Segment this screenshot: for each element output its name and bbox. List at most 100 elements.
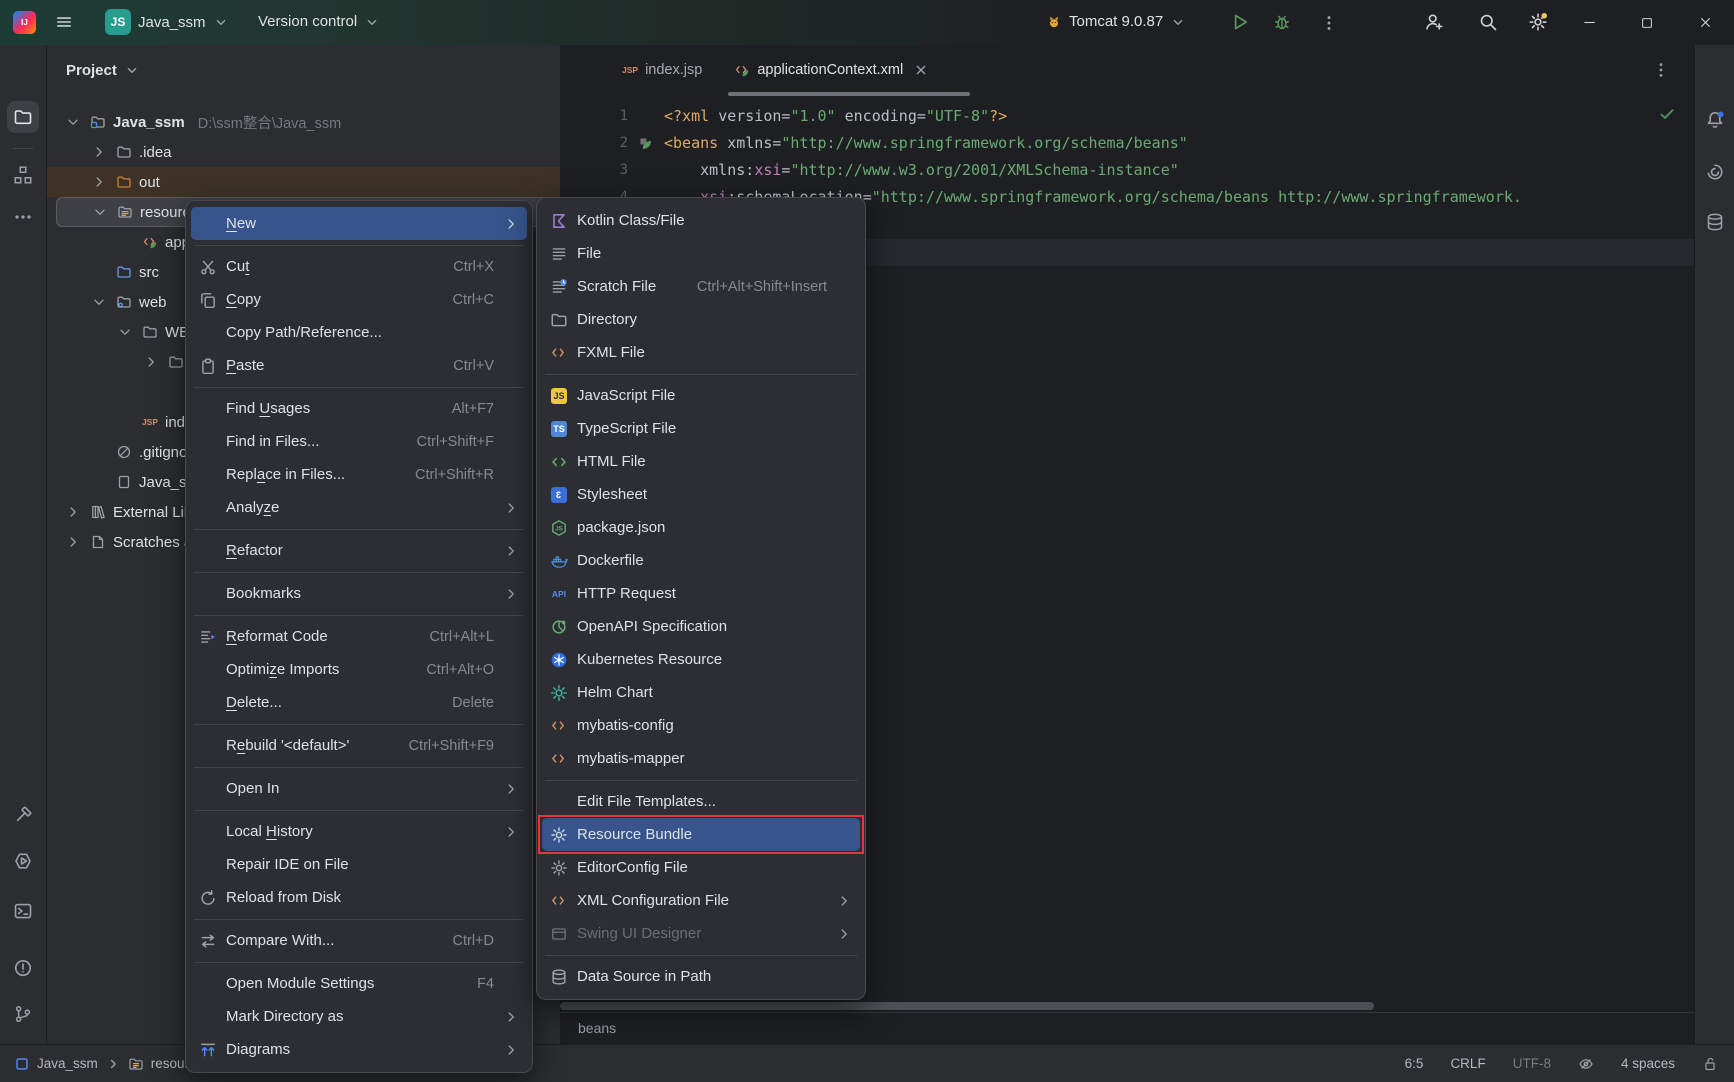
- notifications-bell-icon[interactable]: [1701, 106, 1729, 134]
- project-tool-icon[interactable]: [7, 101, 39, 133]
- menu-item-scratch-file[interactable]: Scratch File Ctrl+Alt+Shift+Insert: [542, 270, 860, 303]
- menu-item-optimize-imports[interactable]: Optimize Imports Ctrl+Alt+O: [191, 653, 527, 686]
- menu-item-open-in[interactable]: Open In: [191, 772, 527, 805]
- vcs-widget[interactable]: Version control: [258, 13, 380, 30]
- menu-item-compare-with[interactable]: Compare With... Ctrl+D: [191, 924, 527, 957]
- menu-item-refactor[interactable]: Refactor: [191, 534, 527, 567]
- menu-item-typescript-file[interactable]: TS TypeScript File: [542, 412, 860, 445]
- menu-item-paste[interactable]: Paste Ctrl+V: [191, 349, 527, 382]
- caret-position[interactable]: 6:5: [1405, 1056, 1424, 1071]
- menu-item-javascript-file[interactable]: JS JavaScript File: [542, 379, 860, 412]
- menu-item-data-source-in-path[interactable]: Data Source in Path: [542, 960, 860, 993]
- tab-index-jsp[interactable]: JSP index.jsp: [606, 45, 718, 95]
- more-tool-windows-icon[interactable]: [7, 201, 39, 233]
- menu-item-mybatis-mapper[interactable]: mybatis-mapper: [542, 742, 860, 775]
- editor-options-icon[interactable]: [1652, 61, 1670, 79]
- tree-item-java-ssm[interactable]: Java_ssm D:\ssm整合\Java_ssm: [46, 107, 560, 137]
- settings-gear-icon[interactable]: [1528, 12, 1548, 32]
- terminal-tool-icon[interactable]: [7, 895, 39, 927]
- menu-item-resource-bundle[interactable]: Resource Bundle: [542, 818, 860, 851]
- menu-item-delete[interactable]: Delete... Delete: [191, 686, 527, 719]
- line-separator[interactable]: CRLF: [1450, 1056, 1485, 1071]
- menu-item-mark-directory-as[interactable]: Mark Directory as: [191, 1000, 527, 1033]
- chevron-right-icon[interactable]: [140, 354, 161, 370]
- git-tool-icon[interactable]: [7, 998, 39, 1030]
- chevron-down-icon[interactable]: [88, 294, 109, 310]
- menu-item-edit-file-templates[interactable]: Edit File Templates...: [542, 785, 860, 818]
- highlighting-off-icon[interactable]: [1578, 1056, 1594, 1072]
- menu-item-local-history[interactable]: Local History: [191, 815, 527, 848]
- libraries-icon: [88, 504, 108, 520]
- menu-item-kotlin-class-file[interactable]: Kotlin Class/File: [542, 204, 860, 237]
- menu-item-copy[interactable]: Copy Ctrl+C: [191, 283, 527, 316]
- menu-item-openapi-specification[interactable]: OpenAPI Specification: [542, 610, 860, 643]
- menu-item-kubernetes-resource[interactable]: Kubernetes Resource: [542, 643, 860, 676]
- project-widget[interactable]: JS Java_ssm: [105, 9, 229, 35]
- chevron-right-icon[interactable]: [62, 534, 83, 550]
- menu-item-find-usages[interactable]: Find Usages Alt+F7: [191, 392, 527, 425]
- problems-tool-icon[interactable]: [7, 952, 39, 984]
- database-tool-icon[interactable]: [1701, 208, 1729, 236]
- menu-item-bookmarks[interactable]: Bookmarks: [191, 577, 527, 610]
- menu-item-reformat-code[interactable]: Reformat Code Ctrl+Alt+L: [191, 620, 527, 653]
- menu-item-stylesheet[interactable]: 3 Stylesheet: [542, 478, 860, 511]
- menu-item-directory[interactable]: Directory: [542, 303, 860, 336]
- project-panel-header[interactable]: Project: [46, 45, 560, 95]
- menu-item-diagrams[interactable]: Diagrams: [191, 1033, 527, 1066]
- maximize-button[interactable]: [1618, 0, 1676, 45]
- file-encoding[interactable]: UTF-8: [1513, 1056, 1551, 1071]
- main-menu-icon[interactable]: [55, 13, 73, 31]
- menu-item-cut[interactable]: Cut Ctrl+X: [191, 250, 527, 283]
- chevron-down-icon[interactable]: [62, 114, 83, 130]
- run-button[interactable]: [1230, 12, 1250, 32]
- menu-item-xml-configuration-file[interactable]: XML Configuration File: [542, 884, 860, 917]
- build-tool-icon[interactable]: [7, 799, 39, 831]
- unlocked-icon[interactable]: [1702, 1056, 1718, 1072]
- spring-gutter-icon[interactable]: [638, 130, 658, 157]
- debug-button[interactable]: [1272, 12, 1292, 32]
- menu-item-repair-ide-on-file[interactable]: Repair IDE on File: [191, 848, 527, 881]
- structure-tool-icon[interactable]: [7, 159, 39, 191]
- chevron-right-icon[interactable]: [88, 144, 109, 160]
- menu-item-swing-ui-designer[interactable]: Swing UI Designer: [542, 917, 860, 950]
- menu-item-copy-path-reference[interactable]: Copy Path/Reference...: [191, 316, 527, 349]
- minimize-button[interactable]: [1560, 0, 1618, 45]
- menu-item-html-file[interactable]: HTML File: [542, 445, 860, 478]
- menu-item-helm-chart[interactable]: Helm Chart: [542, 676, 860, 709]
- menu-item-reload-from-disk[interactable]: Reload from Disk: [191, 881, 527, 914]
- menu-item-file[interactable]: File: [542, 237, 860, 270]
- ai-assistant-icon[interactable]: [1701, 158, 1729, 186]
- code-with-me-icon[interactable]: [1424, 12, 1444, 32]
- menu-item-dockerfile[interactable]: Dockerfile: [542, 544, 860, 577]
- code-area[interactable]: 1 <?xml version="1.0" encoding="UTF-8"?>…: [560, 103, 1694, 211]
- tab-applicationcontext-xml[interactable]: applicationContext.xml: [718, 45, 945, 95]
- run-config-widget[interactable]: Tomcat 9.0.87: [1046, 13, 1186, 30]
- menu-item-find-in-files[interactable]: Find in Files... Ctrl+Shift+F: [191, 425, 527, 458]
- horizontal-scrollbar[interactable]: [560, 1002, 1374, 1010]
- menu-item-analyze[interactable]: Analyze: [191, 491, 527, 524]
- tree-item-idea[interactable]: .idea: [46, 137, 560, 167]
- more-actions-icon[interactable]: [1320, 14, 1338, 32]
- menu-item-replace-in-files[interactable]: Replace in Files... Ctrl+Shift+R: [191, 458, 527, 491]
- menu-item-open-module-settings[interactable]: Open Module Settings F4: [191, 967, 527, 1000]
- chevron-right-icon[interactable]: [62, 504, 83, 520]
- indent-setting[interactable]: 4 spaces: [1621, 1056, 1675, 1071]
- menu-item-shortcut: Ctrl+Shift+R: [415, 467, 494, 483]
- chevron-down-icon[interactable]: [89, 204, 110, 220]
- search-icon[interactable]: [1478, 12, 1498, 32]
- menu-item-package-json[interactable]: JS package.json: [542, 511, 860, 544]
- chevron-down-icon[interactable]: [114, 324, 135, 340]
- tree-item-out[interactable]: out: [46, 167, 560, 197]
- menu-item-rebuild-default[interactable]: Rebuild '<default>' Ctrl+Shift+F9: [191, 729, 527, 762]
- menu-item-mybatis-config[interactable]: mybatis-config: [542, 709, 860, 742]
- menu-item-new[interactable]: New: [191, 207, 527, 240]
- status-breadcrumb[interactable]: Java_ssm resources: [14, 1056, 210, 1072]
- services-tool-icon[interactable]: [7, 845, 39, 877]
- menu-item-fxml-file[interactable]: FXML File: [542, 336, 860, 369]
- close-button[interactable]: [1676, 0, 1734, 45]
- menu-item-editorconfig-file[interactable]: EditorConfig File: [542, 851, 860, 884]
- menu-item-http-request[interactable]: API HTTP Request: [542, 577, 860, 610]
- close-tab-icon[interactable]: [913, 62, 929, 78]
- breadcrumb-beans[interactable]: beans: [578, 1020, 616, 1036]
- chevron-right-icon[interactable]: [88, 174, 109, 190]
